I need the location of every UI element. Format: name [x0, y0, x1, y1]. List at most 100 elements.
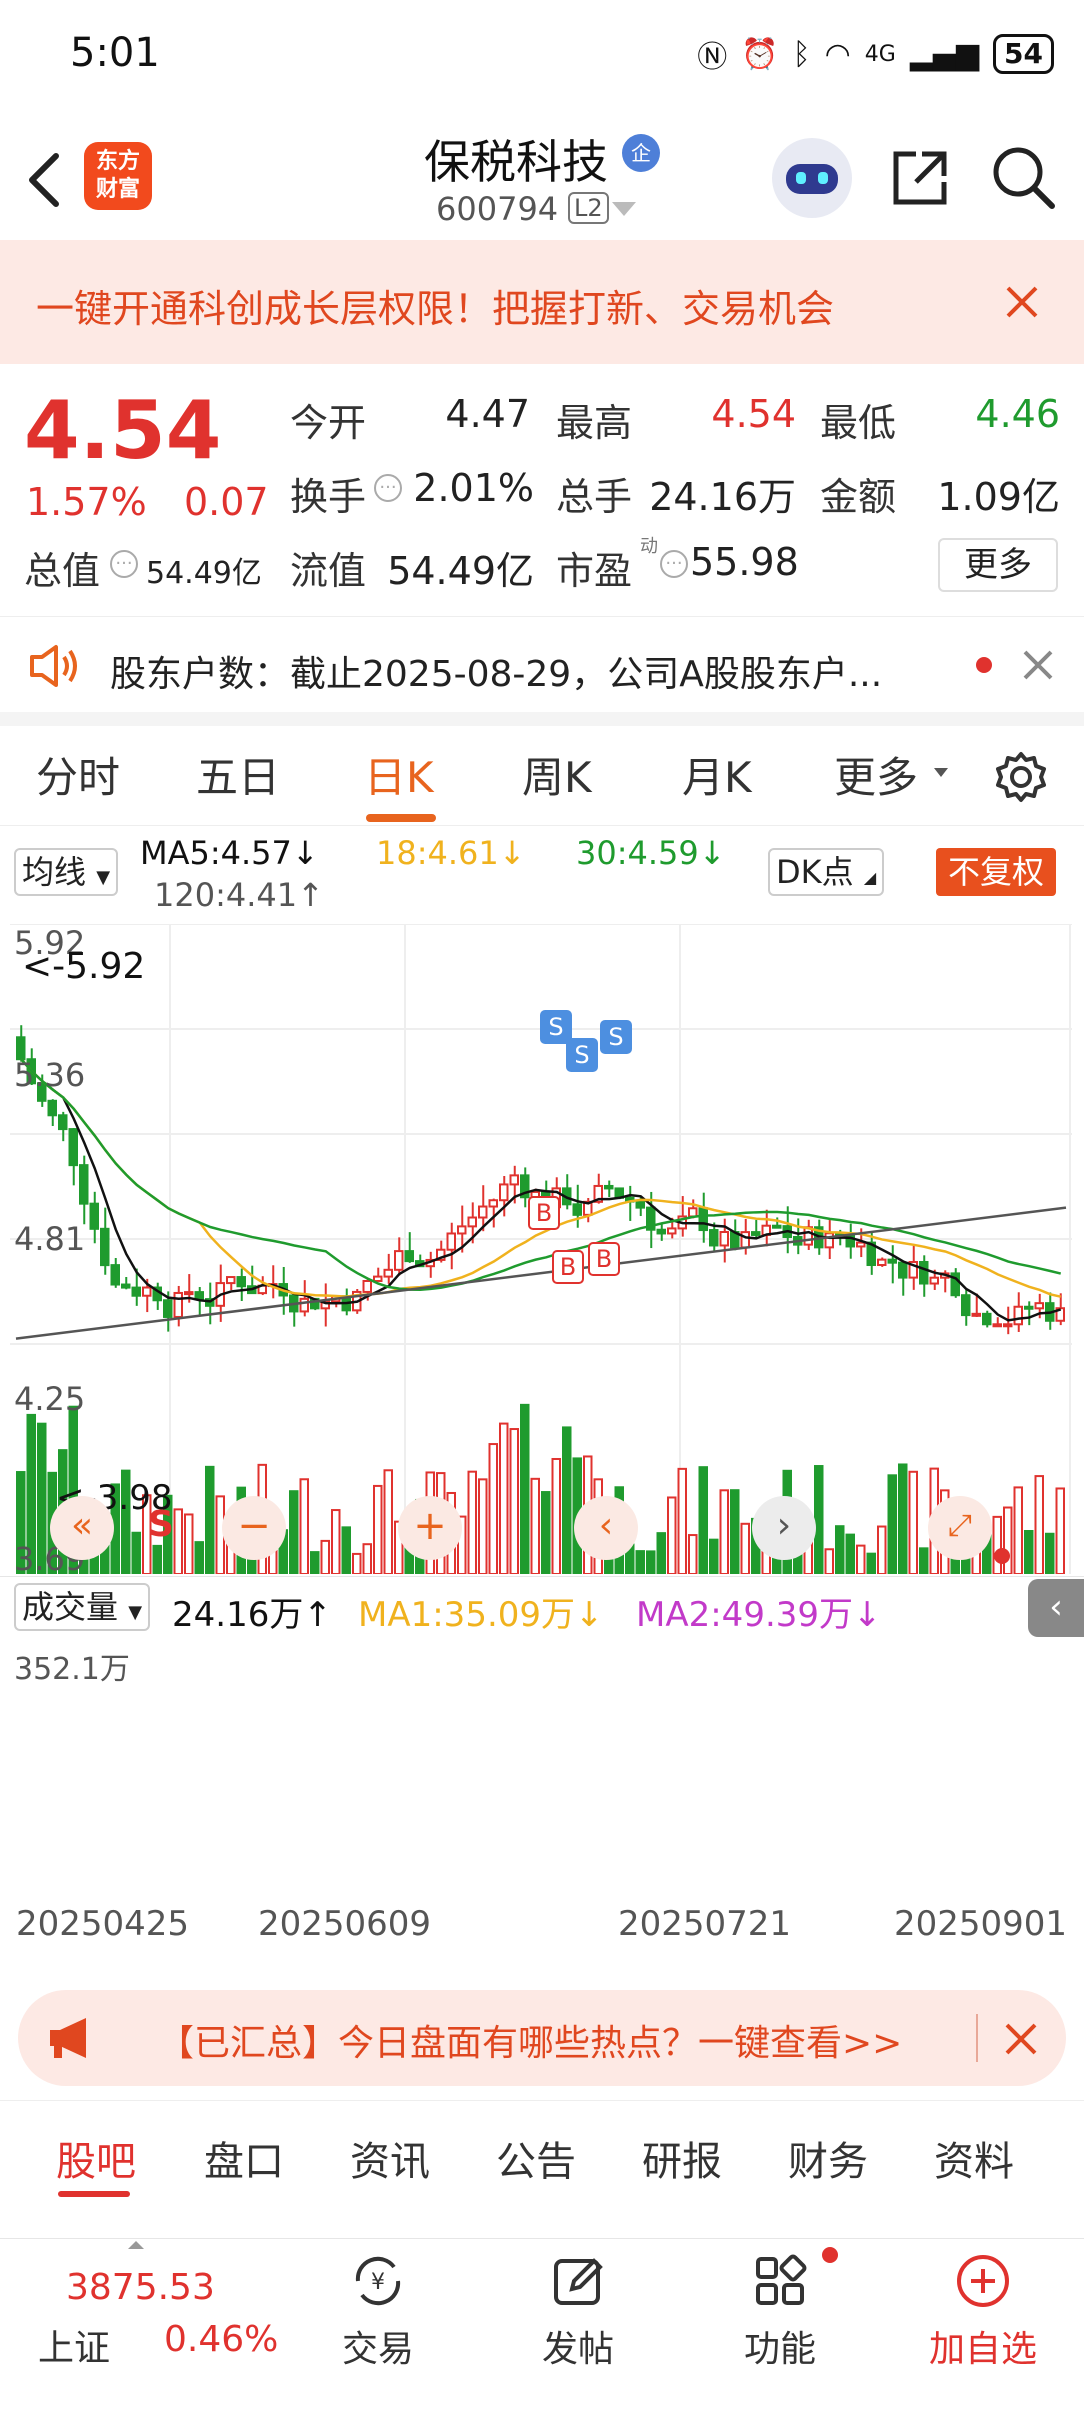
assistant-robot-icon[interactable]	[772, 138, 852, 218]
close-icon[interactable]	[1004, 2022, 1038, 2056]
hotspot-promo[interactable]: 【已汇总】今日盘面有哪些热点？一键查看>>	[18, 1990, 1066, 2086]
nav-post[interactable]: 发帖	[518, 2239, 638, 2412]
chevron-down-icon[interactable]	[612, 202, 636, 216]
ma120-label: 120:4.41↑	[154, 876, 324, 914]
more-button[interactable]: 更多	[938, 538, 1058, 592]
adjust-button[interactable]: 不复权	[936, 848, 1057, 896]
dk-label: DK点	[776, 853, 854, 891]
volume-bar	[562, 1426, 572, 1574]
enterprise-badge: 企	[622, 134, 660, 172]
bottom-nav: 3875.53 上证 0.46% ¥ 交易 发帖 功能 加自选	[0, 2238, 1084, 2412]
candle-body	[236, 1276, 246, 1288]
info-icon[interactable]: ···	[110, 550, 138, 578]
candle-body	[89, 1202, 99, 1230]
candle-body	[110, 1264, 120, 1286]
volume-bar	[152, 1544, 162, 1574]
level2-badge[interactable]: L2	[568, 192, 609, 224]
period-tabs: 分时 五日 日K 周K 月K 更多	[0, 726, 1084, 826]
collapse-panel-button[interactable]: ‹	[1028, 1579, 1084, 1637]
fullscreen-icon[interactable]: ⤢	[928, 1496, 992, 1560]
tab-daily-k[interactable]: 日K	[364, 744, 434, 805]
app-logo[interactable]: 东方财富	[84, 142, 152, 210]
zoom-in-button[interactable]: +	[398, 1496, 462, 1560]
search-icon[interactable]	[990, 144, 1058, 212]
info-icon[interactable]: ···	[660, 550, 688, 578]
zoom-out-button[interactable]: −	[222, 1496, 286, 1560]
network-label: 4G	[864, 41, 896, 67]
nav-functions[interactable]: 功能	[720, 2239, 840, 2412]
gear-icon[interactable]	[994, 750, 1048, 804]
nav-trade[interactable]: ¥ 交易	[318, 2239, 438, 2412]
candle-body	[163, 1299, 173, 1318]
tab-more[interactable]: 更多	[834, 744, 918, 805]
candle-body	[488, 1199, 498, 1208]
quote-panel: 4.54 1.57% 0.07 今开 4.47 最高 4.54 最低 4.46 …	[0, 364, 1084, 616]
tab-weekly-k[interactable]: 周K	[522, 744, 592, 805]
candle-body	[572, 1203, 582, 1216]
corner-icon: ◢	[863, 868, 877, 887]
x-date-1: 20250425	[16, 1904, 190, 1944]
volume-bar	[1013, 1486, 1023, 1574]
candle-body	[184, 1291, 194, 1296]
buy-signal[interactable]: B	[552, 1250, 584, 1284]
notice-bar[interactable]: 股东户数：截止2025-08-29，公司A股股东户...	[0, 616, 1084, 726]
low-value: 4.46	[975, 392, 1060, 436]
total-value: 54.49亿	[146, 556, 262, 591]
tab-intraday[interactable]: 分时	[36, 744, 120, 805]
vol-ma2-label: MA2:49.39万↓	[636, 1587, 882, 1636]
scroll-right-button[interactable]: ›	[752, 1496, 816, 1560]
battery-icon: 54	[993, 34, 1054, 74]
promo-banner[interactable]: 一键开通科创成长层权限！把握打新、交易机会	[0, 240, 1084, 364]
close-icon[interactable]	[1022, 649, 1054, 681]
tab-announcements[interactable]: 公告	[496, 2129, 576, 2187]
info-icon[interactable]: ···	[374, 474, 402, 502]
caret-down-icon	[934, 768, 948, 777]
y-label-4: 4.25	[14, 1380, 86, 1418]
index-ticker[interactable]: 3875.53 上证 0.46%	[0, 2239, 290, 2412]
nfc-icon: Ⓝ	[697, 40, 728, 75]
current-price: 4.54	[24, 384, 222, 477]
sell-signal[interactable]: S	[566, 1038, 598, 1072]
arrow-down-icon: ↓	[698, 834, 726, 872]
tab-research[interactable]: 研报	[642, 2129, 722, 2187]
tab-orderbook[interactable]: 盘口	[204, 2129, 284, 2187]
arrow-down-icon: ↓	[498, 834, 526, 872]
tab-finance[interactable]: 财务	[788, 2129, 868, 2187]
tab-forum[interactable]: 股吧	[56, 2129, 136, 2187]
volume-bar	[887, 1474, 897, 1574]
volume-bar	[530, 1477, 540, 1574]
candle-body	[772, 1224, 782, 1229]
volume-bar	[467, 1470, 477, 1574]
tab-five-day[interactable]: 五日	[196, 744, 280, 805]
pe-label: 市盈	[556, 549, 633, 593]
ma-select[interactable]: 均线 ▼	[14, 848, 119, 896]
pe-dynamic-sup: 动	[640, 536, 658, 557]
tab-monthly-k[interactable]: 月K	[682, 744, 752, 805]
candle-body	[751, 1231, 761, 1236]
tab-profile[interactable]: 资料	[934, 2129, 1014, 2187]
buy-signal[interactable]: B	[528, 1196, 560, 1230]
high-value: 4.54	[711, 392, 796, 436]
vol-ma1-label: MA1:35.09万↓	[358, 1587, 604, 1636]
buy-signal[interactable]: B	[588, 1242, 620, 1276]
float-value-label: 流值	[290, 549, 367, 593]
volume-bar	[352, 1552, 362, 1574]
candle-body	[499, 1183, 509, 1202]
max-price-marker: <-5.92	[22, 946, 146, 987]
volume-value-label: 24.16万↑	[172, 1587, 332, 1636]
dk-point-select[interactable]: DK点 ◢	[768, 848, 885, 896]
share-icon[interactable]	[888, 146, 952, 210]
scroll-left-button[interactable]: ‹	[574, 1496, 638, 1560]
close-icon[interactable]	[1004, 284, 1040, 320]
nav-add-watchlist[interactable]: 加自选	[918, 2239, 1048, 2412]
sell-signal[interactable]: S	[600, 1020, 632, 1054]
index-change: 0.46%	[164, 2319, 279, 2360]
tab-news[interactable]: 资讯	[350, 2129, 430, 2187]
volume-bar	[1055, 1487, 1065, 1574]
arrow-up-icon: ↑	[297, 876, 324, 914]
scroll-left-fast-button[interactable]: «	[50, 1496, 114, 1560]
volume-select[interactable]: 成交量 ▼	[14, 1583, 151, 1631]
pe-value: 55.98	[690, 540, 799, 584]
candle-body	[142, 1286, 152, 1297]
back-icon[interactable]	[22, 150, 72, 210]
